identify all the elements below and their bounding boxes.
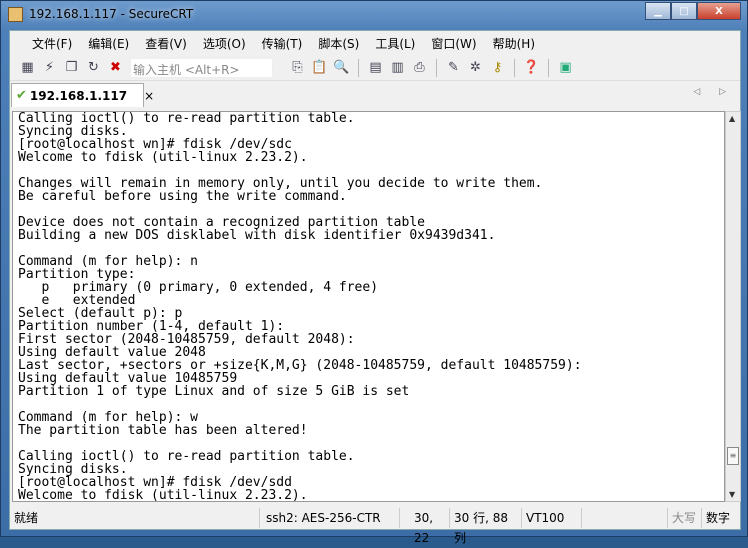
- scroll-up-icon[interactable]: ▲: [729, 114, 735, 123]
- terminal-line: Partition 1 of type Linux and of size 5 …: [18, 384, 410, 399]
- menu-view[interactable]: 查看(V): [137, 35, 195, 52]
- status-ready: 就绪: [10, 508, 260, 528]
- separator: [436, 58, 437, 77]
- status-bar: 就绪 ssh2: AES-256-CTR 30, 22 30 行, 88 列 V…: [10, 506, 740, 545]
- maximize-button[interactable]: □: [671, 2, 697, 20]
- terminal-line: Building a new DOS disklabel with disk i…: [18, 228, 496, 243]
- printer-icon[interactable]: ⎙: [410, 58, 429, 77]
- toolbar: ▦ ⚡ ❐ ↻ ✖ 输入主机 <Alt+R> ⎘ 📋 🔍 ▤ ▥ ⎙ ✎ ✲ ⚷…: [10, 55, 740, 81]
- status-cursor: 30, 22: [400, 508, 450, 545]
- status-cipher: ssh2: AES-256-CTR: [260, 508, 400, 528]
- tab-scroll-arrows[interactable]: ◁ ▷: [693, 87, 734, 97]
- session-tab[interactable]: ✔ 192.168.1.117 ×: [11, 83, 154, 107]
- title-bar[interactable]: 192.168.1.117 - SecureCRT ▁ □ X: [1, 1, 747, 29]
- menu-transfer[interactable]: 传输(T): [254, 35, 311, 52]
- minimize-button[interactable]: ▁: [645, 2, 671, 20]
- menu-file[interactable]: 文件(F): [24, 35, 80, 52]
- securecrt-window: 192.168.1.117 - SecureCRT ▁ □ X 文件(F) 编辑…: [0, 0, 748, 545]
- window-title: 192.168.1.117 - SecureCRT: [29, 7, 194, 21]
- separator: [548, 58, 549, 77]
- menu-tools[interactable]: 工具(L): [367, 35, 423, 52]
- vertical-scrollbar[interactable]: ▲ ≡ ▼: [725, 111, 741, 502]
- reconnect-icon[interactable]: ↻: [84, 58, 103, 77]
- find-icon[interactable]: 🔍: [332, 58, 351, 77]
- keymap-icon[interactable]: ⚷: [488, 58, 507, 77]
- global-options-icon[interactable]: ✲: [466, 58, 485, 77]
- print-icon[interactable]: ▤: [366, 58, 385, 77]
- app-icon: [8, 7, 23, 22]
- menu-script[interactable]: 脚本(S): [310, 35, 367, 52]
- status-blank: [582, 508, 668, 528]
- tab-close-button[interactable]: ×: [144, 89, 154, 103]
- terminal[interactable]: Calling ioctl() to re-read partition tab…: [12, 111, 725, 502]
- connected-check-icon: ✔: [16, 88, 27, 103]
- disconnect-icon[interactable]: ✖: [106, 58, 125, 77]
- print-selection-icon[interactable]: ▥: [388, 58, 407, 77]
- close-button[interactable]: X: [697, 2, 741, 20]
- menu-window[interactable]: 窗口(W): [423, 35, 484, 52]
- tab-bar: ✔ 192.168.1.117 × ◁ ▷: [10, 81, 740, 107]
- menu-edit[interactable]: 编辑(E): [80, 35, 137, 52]
- status-caps: 大写: [668, 508, 702, 528]
- status-size: 30 行, 88 列: [450, 508, 522, 545]
- paste-icon[interactable]: 📋: [310, 58, 329, 77]
- menu-options[interactable]: 选项(O): [195, 35, 254, 52]
- connect-in-tab-icon[interactable]: ❐: [62, 58, 81, 77]
- status-emulation: VT100: [522, 508, 582, 528]
- help-icon[interactable]: ❓: [522, 58, 541, 77]
- connect-icon[interactable]: ▦: [18, 58, 37, 77]
- quick-connect-icon[interactable]: ⚡: [40, 58, 59, 77]
- terminal-line: The partition table has been altered!: [18, 423, 308, 438]
- copy-icon[interactable]: ⎘: [288, 58, 307, 77]
- session-options-icon[interactable]: ✎: [444, 58, 463, 77]
- tab-label: 192.168.1.117: [29, 88, 128, 103]
- client-area: 文件(F) 编辑(E) 查看(V) 选项(O) 传输(T) 脚本(S) 工具(L…: [9, 30, 741, 545]
- menu-help[interactable]: 帮助(H): [485, 35, 543, 52]
- scroll-down-icon[interactable]: ▼: [729, 490, 735, 499]
- sftp-icon[interactable]: ▣: [556, 58, 575, 77]
- terminal-line: Welcome to fdisk (util-linux 2.23.2).: [18, 488, 308, 502]
- terminal-line: Welcome to fdisk (util-linux 2.23.2).: [18, 150, 308, 165]
- terminal-output: Calling ioctl() to re-read partition tab…: [18, 112, 582, 502]
- host-input[interactable]: 输入主机 <Alt+R>: [130, 57, 273, 78]
- separator: [514, 58, 515, 77]
- separator: [358, 58, 359, 77]
- scroll-thumb[interactable]: ≡: [727, 447, 739, 465]
- terminal-line: Be careful before using the write comman…: [18, 189, 347, 204]
- menu-bar: 文件(F) 编辑(E) 查看(V) 选项(O) 传输(T) 脚本(S) 工具(L…: [10, 31, 740, 55]
- status-num: 数字: [706, 511, 731, 525]
